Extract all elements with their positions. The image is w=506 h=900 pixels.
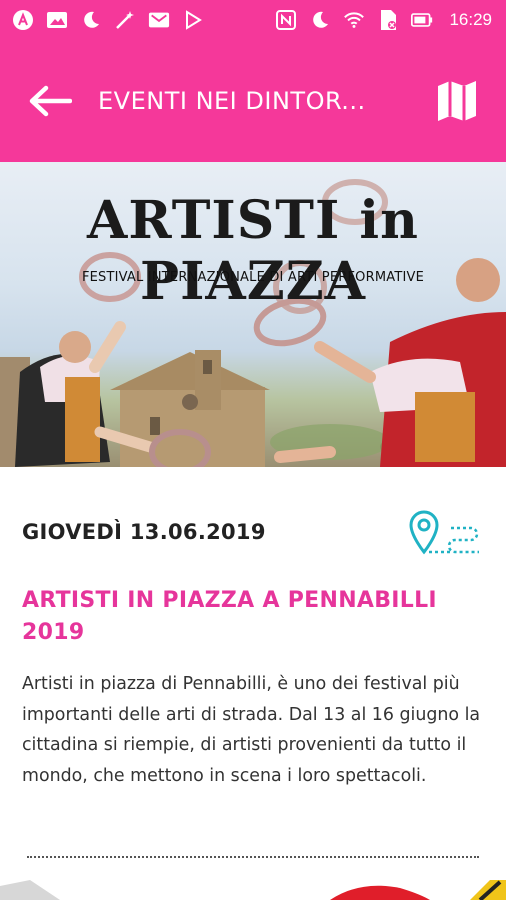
- hero-logo-subtitle: FESTIVAL INTERNAZIONALE DI ARTI PERFORMA…: [81, 270, 425, 285]
- wand-icon: [114, 9, 136, 31]
- status-bar-left: [12, 9, 204, 31]
- nfc-icon: [275, 9, 297, 31]
- event-hero-image: ARTISTI in PIAZZA FESTIVAL INTERNAZIONAL…: [0, 162, 506, 467]
- map-icon: [438, 81, 476, 121]
- event-detail: GIOVEDÌ 13.06.2019 ARTISTI IN PIAZZA A P…: [0, 467, 506, 900]
- image-icon: [46, 9, 68, 31]
- app-bar: EVENTI NEI DINTOR...: [0, 40, 506, 162]
- route-pin-icon: [409, 510, 479, 555]
- event-date-row: GIOVEDÌ 13.06.2019: [22, 507, 484, 557]
- map-button[interactable]: [422, 66, 492, 136]
- play-icon: [182, 9, 204, 31]
- mail-icon: [148, 9, 170, 31]
- page-title: EVENTI NEI DINTOR...: [98, 87, 366, 115]
- moon-icon: [80, 9, 102, 31]
- arrow-left-icon: [29, 85, 72, 117]
- wifi-icon: [343, 9, 365, 31]
- hero-logo-title: ARTISTI in PIAZZA: [87, 190, 419, 312]
- status-time: 16:29: [449, 10, 492, 29]
- event-description: Artisti in piazza di Pennabilli, è uno d…: [22, 674, 481, 786]
- divider: [27, 856, 479, 858]
- sim-icon: [377, 9, 399, 31]
- back-button[interactable]: [10, 61, 90, 141]
- next-item-peek: [0, 880, 506, 900]
- route-button[interactable]: [406, 507, 484, 557]
- moon-icon: [309, 9, 331, 31]
- event-date: GIOVEDÌ 13.06.2019: [22, 520, 266, 544]
- status-bar: 16:29: [0, 0, 506, 40]
- battery-icon: [411, 9, 433, 31]
- app-icon: [12, 9, 34, 31]
- event-title: ARTISTI IN PIAZZA A PENNABILLI 2019: [22, 588, 437, 645]
- status-bar-right: 16:29: [275, 9, 492, 31]
